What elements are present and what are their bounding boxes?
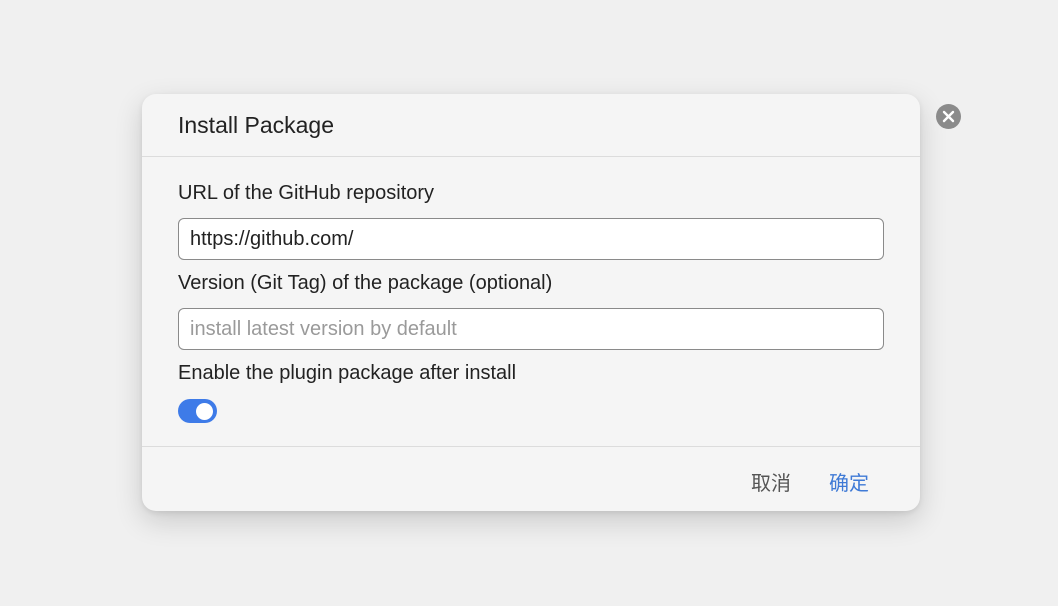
dialog-footer: 取消 确定 xyxy=(142,447,920,510)
dialog-title: Install Package xyxy=(178,111,334,138)
version-field-label: Version (Git Tag) of the package (option… xyxy=(178,272,553,294)
install-package-dialog: Install Package URL of the GitHub reposi… xyxy=(142,94,920,511)
toggle-knob xyxy=(196,402,213,420)
url-input[interactable] xyxy=(178,218,884,260)
close-icon xyxy=(942,110,955,123)
confirm-button[interactable]: 确定 xyxy=(829,467,869,496)
close-button[interactable] xyxy=(936,104,961,129)
dialog-body: URL of the GitHub repository Version (Gi… xyxy=(142,157,920,447)
dialog-header: Install Package xyxy=(142,94,920,157)
cancel-button[interactable]: 取消 xyxy=(751,467,791,496)
url-field-label: URL of the GitHub repository xyxy=(178,182,435,204)
version-input[interactable] xyxy=(178,308,884,350)
enable-toggle-label: Enable the plugin package after install xyxy=(178,362,517,384)
enable-plugin-toggle[interactable] xyxy=(178,399,217,423)
